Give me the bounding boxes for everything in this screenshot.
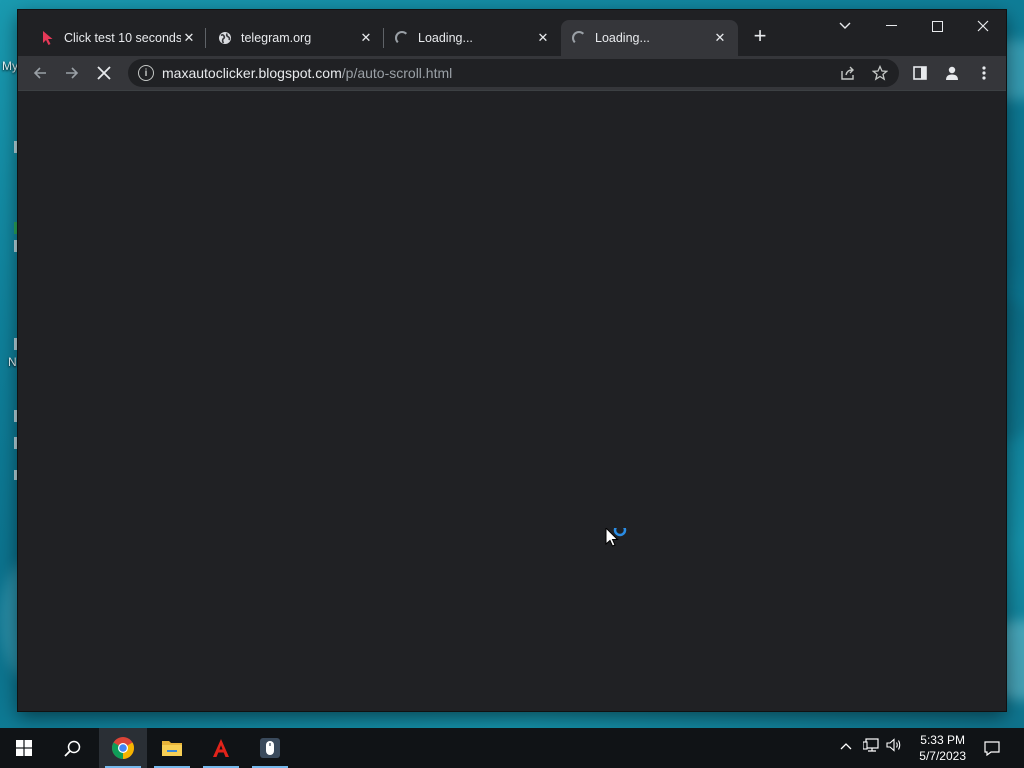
tab-title: telegram.org xyxy=(241,31,312,45)
side-panel-button[interactable] xyxy=(906,59,934,87)
busy-cursor-icon xyxy=(605,523,629,555)
info-icon[interactable]: i xyxy=(138,65,154,81)
share-icon xyxy=(841,66,854,80)
tab-click-test[interactable]: Click test 10 seconds ✕ xyxy=(30,20,207,56)
maximize-button[interactable] xyxy=(914,10,960,42)
minimize-button[interactable] xyxy=(868,10,914,42)
windows-logo-icon xyxy=(16,740,32,756)
globe-icon xyxy=(217,30,233,46)
notification-center-button[interactable] xyxy=(976,728,1008,768)
search-icon xyxy=(63,740,80,757)
taskbar: 5:33 PM 5/7/2023 xyxy=(0,728,1024,768)
loading-spinner-icon xyxy=(571,30,587,46)
tab-separator xyxy=(205,28,206,48)
desktop-icon-label-fragment: N xyxy=(8,355,17,369)
menu-button[interactable] xyxy=(970,59,998,87)
tab-title: Loading... xyxy=(418,31,473,45)
address-bar[interactable]: i maxautoclicker.blogspot.com/p/auto-scr… xyxy=(128,59,899,87)
search-button[interactable] xyxy=(48,728,96,768)
share-button[interactable] xyxy=(834,59,862,87)
browser-window: Click test 10 seconds ✕ telegram.org ✕ L… xyxy=(18,10,1006,711)
taskbar-chrome[interactable] xyxy=(99,728,147,768)
kebab-menu-icon xyxy=(982,66,986,80)
cursor-arrow-icon xyxy=(40,30,56,46)
tab-title: Loading... xyxy=(595,31,650,45)
network-button[interactable] xyxy=(862,738,879,755)
system-clock[interactable]: 5:33 PM 5/7/2023 xyxy=(919,732,966,764)
url-path: /p/auto-scroll.html xyxy=(341,65,453,81)
speaker-icon xyxy=(886,738,901,752)
chrome-icon xyxy=(112,737,134,759)
forward-button[interactable] xyxy=(58,59,86,87)
clock-date: 5/7/2023 xyxy=(919,749,966,763)
stop-loading-button[interactable] xyxy=(90,59,118,87)
tab-loading[interactable]: Loading... ✕ xyxy=(384,20,561,56)
acrobat-icon xyxy=(213,739,229,757)
tab-telegram[interactable]: telegram.org ✕ xyxy=(207,20,384,56)
browser-toolbar: i maxautoclicker.blogspot.com/p/auto-scr… xyxy=(18,56,1006,90)
star-icon xyxy=(872,65,888,81)
bookmark-button[interactable] xyxy=(866,59,894,87)
file-explorer-icon xyxy=(162,741,182,756)
side-panel-icon xyxy=(913,66,927,80)
profile-button[interactable] xyxy=(938,59,966,87)
person-icon xyxy=(946,66,958,80)
close-icon[interactable]: ✕ xyxy=(358,30,374,46)
clock-time: 5:33 PM xyxy=(920,733,965,747)
close-icon[interactable]: ✕ xyxy=(712,30,728,46)
taskbar-acrobat[interactable] xyxy=(197,728,245,768)
url-host: maxautoclicker.blogspot.com xyxy=(162,65,342,81)
tab-title: Click test 10 seconds xyxy=(64,31,181,45)
volume-button[interactable] xyxy=(886,738,902,755)
start-button[interactable] xyxy=(0,728,48,768)
back-button[interactable] xyxy=(26,59,54,87)
taskbar-file-explorer[interactable] xyxy=(148,728,196,768)
new-tab-button[interactable]: + xyxy=(748,25,772,49)
loading-spinner-icon xyxy=(394,30,410,46)
network-icon xyxy=(862,738,879,752)
close-icon xyxy=(977,20,989,32)
notification-icon xyxy=(984,740,1000,756)
tab-strip: Click test 10 seconds ✕ telegram.org ✕ L… xyxy=(18,10,1006,56)
close-icon[interactable]: ✕ xyxy=(181,30,197,46)
mouse-app-icon xyxy=(260,738,280,758)
arrow-right-icon xyxy=(66,67,79,79)
tab-loading-active[interactable]: Loading... ✕ xyxy=(561,20,738,56)
chevron-down-icon xyxy=(839,22,851,29)
maximize-icon xyxy=(931,20,943,32)
close-window-button[interactable] xyxy=(960,10,1006,42)
minimize-icon xyxy=(885,25,897,26)
arrow-left-icon xyxy=(33,67,46,79)
page-content-area[interactable] xyxy=(18,90,1006,711)
stop-x-icon xyxy=(97,66,111,80)
show-hidden-icons-button[interactable] xyxy=(840,738,852,753)
tab-search-button[interactable] xyxy=(822,10,868,42)
taskbar-mouse-app[interactable] xyxy=(246,728,294,768)
close-icon[interactable]: ✕ xyxy=(535,30,551,46)
desktop-icon-label-fragment: My xyxy=(2,59,18,73)
chevron-up-icon xyxy=(840,743,852,750)
